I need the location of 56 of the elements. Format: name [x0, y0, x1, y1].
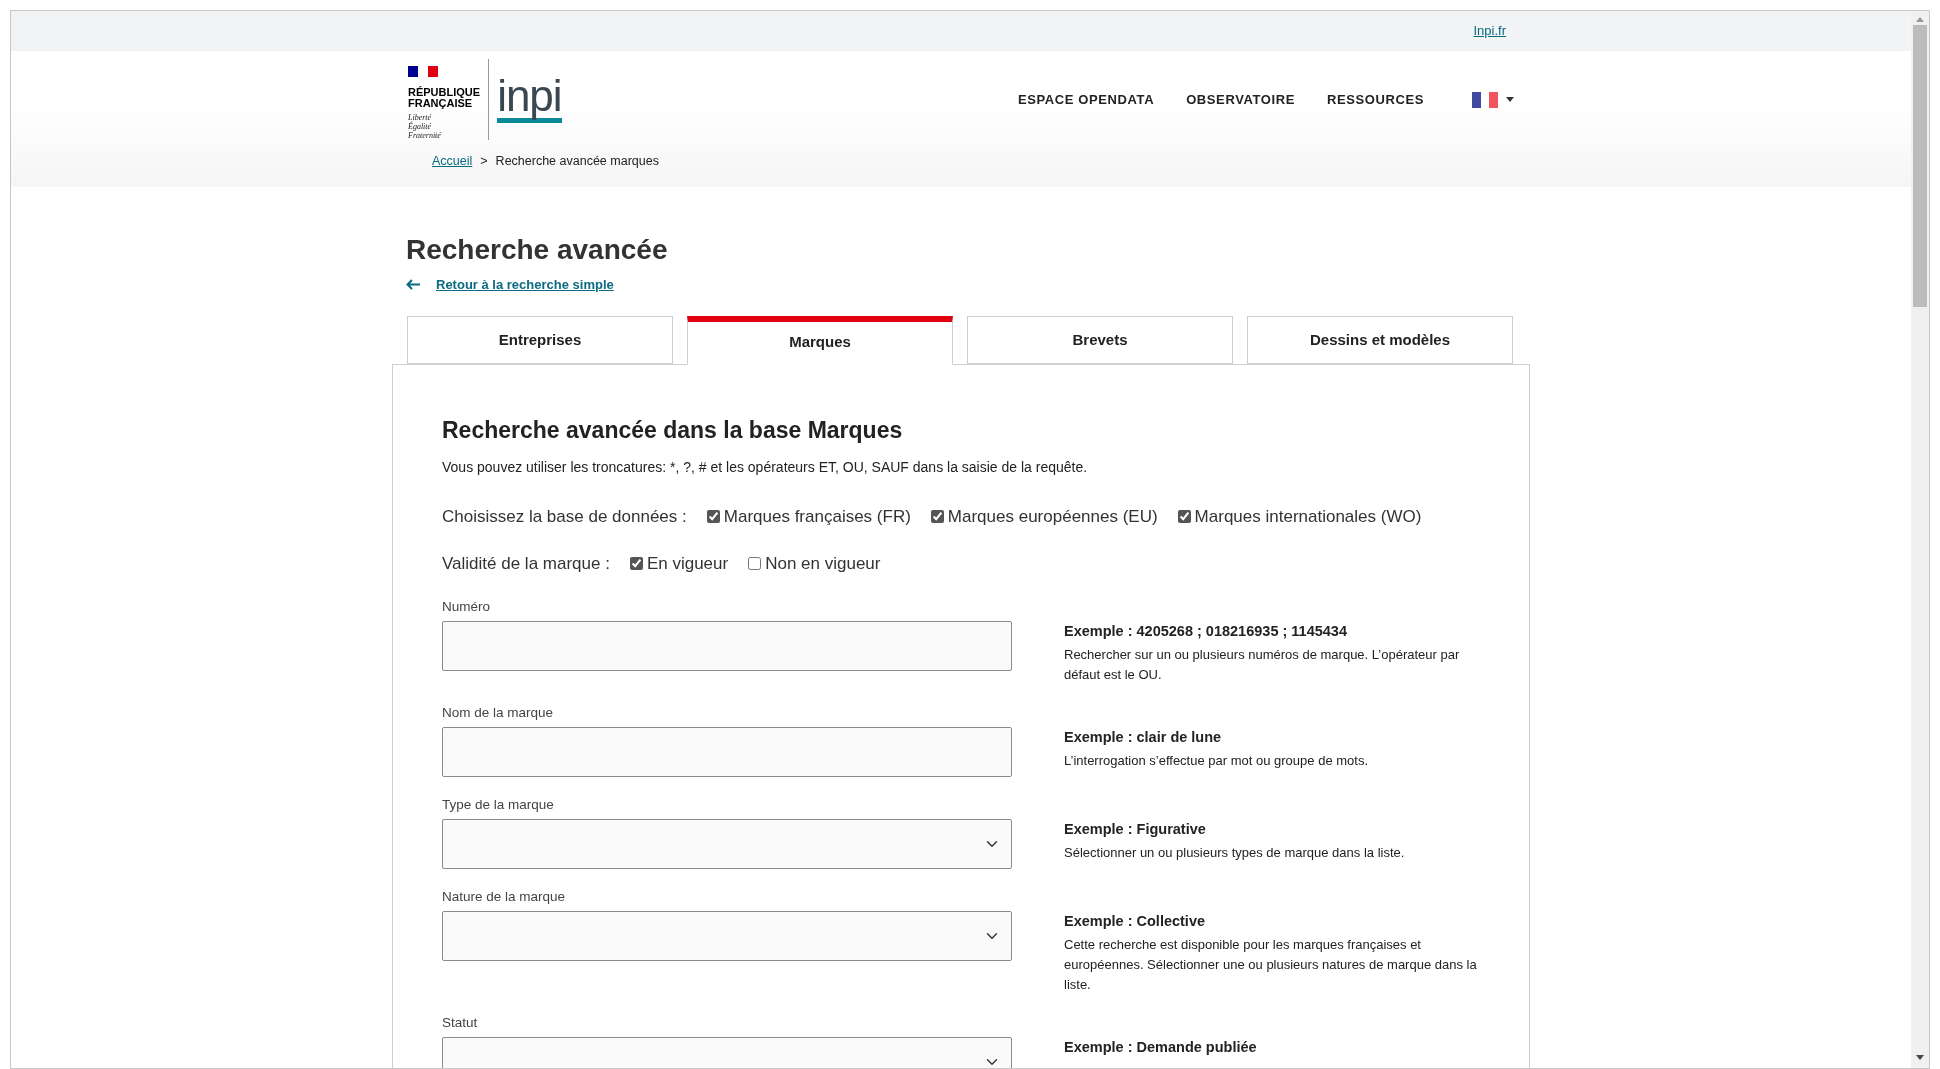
select-field[interactable]	[442, 818, 1012, 869]
breadcrumb-separator: >	[480, 153, 488, 170]
motto: Liberté Égalité Fraternité	[408, 113, 442, 140]
option-label: Choisissez la base de données :	[442, 505, 687, 528]
checkbox[interactable]	[930, 509, 944, 523]
section-title: Recherche avancée dans la base Marques	[442, 417, 904, 445]
checkbox[interactable]	[629, 557, 643, 571]
republic-name: RÉPUBLIQUE FRANÇAISE	[408, 87, 481, 109]
checkbox-label[interactable]: Marques françaises (FR)	[723, 503, 911, 530]
select-field[interactable]	[442, 910, 1012, 961]
flag-icon[interactable]	[1472, 91, 1498, 108]
example-text: Exemple : Demande publiée	[1064, 1037, 1258, 1057]
flag-icon	[408, 66, 438, 78]
example-text: Exemple : clair de lune	[1064, 727, 1223, 747]
brand-logo: inpi	[497, 76, 562, 123]
back-arrow-icon[interactable]	[406, 278, 420, 290]
option-label: Validité de la marque :	[442, 553, 610, 576]
checkbox[interactable]	[706, 509, 720, 523]
back-link[interactable]: Retour à la recherche simple	[436, 274, 614, 295]
tab[interactable]: Marques	[687, 316, 953, 366]
field-label: Statut	[442, 1014, 479, 1031]
field-label: Numéro	[442, 598, 491, 615]
tab[interactable]: Entreprises	[407, 316, 673, 365]
checkbox-label[interactable]: Non en vigueur	[765, 551, 881, 577]
top-link[interactable]: Inpi.fr	[1473, 21, 1506, 41]
scroll-down-icon[interactable]	[1915, 1054, 1925, 1062]
checkbox[interactable]	[748, 557, 762, 571]
nav-link[interactable]: RESSOURCES	[1326, 89, 1424, 110]
checkbox-label[interactable]: Marques internationales (WO)	[1194, 503, 1422, 530]
breadcrumb-link[interactable]: Accueil	[432, 152, 473, 171]
nav-link[interactable]: ESPACE OPENDATA	[1018, 89, 1155, 110]
scrollbar[interactable]	[1911, 11, 1929, 1068]
example-text: Exemple : Collective	[1064, 911, 1207, 931]
tab[interactable]: Dessins et modèles	[1247, 316, 1513, 365]
help-text: L’interrogation s’effectue par mot ou groupe de mots.	[1064, 751, 1369, 770]
field-label: Nature de la marque	[442, 888, 567, 905]
example-text: Exemple : Figurative	[1064, 819, 1207, 839]
help-text: Sélectionner un ou plusieurs types de marque dans la liste.	[1064, 843, 1406, 862]
help-text: Rechercher sur un ou plusieurs numéros de marque. L’opérateur par défaut est le OU.	[1064, 645, 1461, 684]
hint-text: Vous pouvez utiliser les troncatures: *, ?, # et les opérateurs ET, OU, SAUF dans la saisie de la requête.	[442, 457, 1089, 477]
field-label: Nom de la marque	[442, 704, 555, 721]
breadcrumb-current: Recherche avancée marques	[495, 153, 659, 170]
scrollbar-thumb[interactable]	[1913, 25, 1927, 307]
page-title: Recherche avancée	[406, 233, 669, 267]
input-field[interactable]	[442, 726, 1012, 777]
checkbox-label[interactable]: En vigueur	[646, 551, 729, 577]
caret-icon[interactable]	[1506, 97, 1514, 102]
language-selector[interactable]	[1472, 91, 1514, 108]
field-label: Type de la marque	[442, 796, 555, 813]
help-text: Cette recherche est disponible pour les marques françaises et européennes. Sélectionner une ou plusieurs natures de marque dans la liste.	[1064, 935, 1478, 994]
tab[interactable]: Brevets	[967, 316, 1233, 365]
input-field[interactable]	[442, 620, 1012, 671]
example-text: Exemple : 4205268 ; 018216935 ; 1145434	[1064, 621, 1348, 641]
checkbox-label[interactable]: Marques européennes (EU)	[947, 503, 1158, 530]
nav-link[interactable]: OBSERVATOIRE	[1186, 89, 1295, 110]
checkbox[interactable]	[1177, 509, 1191, 523]
